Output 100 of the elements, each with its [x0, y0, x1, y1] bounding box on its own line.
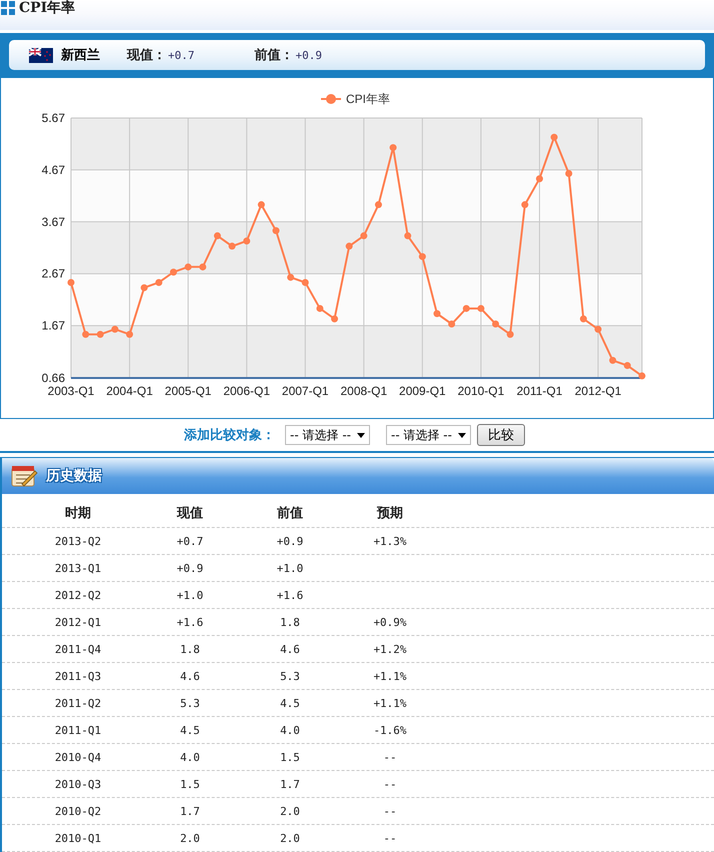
column-header: 现值: [176, 504, 204, 522]
x-tick-label: 2012-Q1: [574, 384, 622, 398]
data-point: [302, 279, 309, 286]
table-cell-text: 5.3: [179, 696, 201, 710]
table-cell-text: 2011-Q3: [54, 670, 102, 682]
table-cell-text: 2012-Q1: [54, 616, 102, 628]
data-point: [418, 253, 426, 260]
legend-label[interactable]: CPI年率: [346, 92, 390, 106]
table-cell-text: 2011-Q2: [54, 696, 102, 710]
table-cell-text: --: [382, 750, 398, 764]
table-cell-text: 2011-Q1: [54, 724, 102, 736]
data-point: [404, 232, 412, 240]
table-cell-text: 2010-Q1: [54, 832, 102, 844]
caret-icon: [357, 432, 365, 438]
data-point: [609, 356, 616, 364]
table-cell-text: 1.5: [279, 750, 301, 764]
x-tick-label: 2008-Q1: [340, 384, 388, 398]
data-point: [155, 279, 162, 286]
data-point: [594, 326, 602, 333]
table-cell-text: 4.0: [179, 750, 201, 764]
previous-label: 前值：: [254, 47, 294, 64]
table-cell-text: 4.6: [179, 670, 201, 682]
data-point: [550, 134, 558, 141]
x-tick-label: 2003-Q1: [48, 384, 94, 398]
compare-label: 添加比较对象：: [184, 427, 276, 444]
compare-button[interactable]: 比较: [476, 424, 525, 446]
table-cell-text: 1.8: [279, 616, 301, 628]
data-point: [316, 304, 324, 312]
data-point: [126, 330, 134, 338]
data-point: [258, 201, 265, 208]
page-title: CPI年率: [19, 0, 76, 17]
current-label: 现值：: [127, 47, 166, 64]
data-point: [360, 232, 368, 240]
data-point: [287, 274, 294, 281]
table-cell-text: --: [382, 804, 398, 818]
select-dropdown[interactable]: -- 请选择 --: [386, 425, 471, 445]
table-cell-text: 4.5: [279, 696, 301, 710]
data-point: [170, 268, 177, 276]
data-point: [140, 284, 148, 292]
table-cell-text: 1.5: [179, 778, 201, 790]
table-cell-text: 2013-Q1: [54, 562, 102, 574]
table-cell-text: 4.5: [179, 724, 201, 736]
data-point: [68, 279, 74, 286]
x-tick-label: 2006-Q1: [223, 384, 270, 398]
data-point: [462, 304, 470, 312]
table-cell-text: +1.0: [276, 562, 304, 574]
table-cell-text: +1.1%: [372, 670, 408, 682]
x-tick-label: 2011-Q1: [516, 384, 562, 398]
data-point: [638, 372, 646, 380]
table-cell-text: +1.6: [276, 588, 304, 602]
table-cell-text: 4.6: [279, 642, 301, 656]
table-cell-text: +1.6: [176, 616, 204, 628]
data-point: [492, 320, 500, 328]
caret-icon: [458, 432, 466, 438]
y-tick-label: 2.67: [42, 266, 65, 281]
table-cell-text: 1.7: [179, 804, 201, 818]
data-point: [214, 232, 221, 240]
table-cell-text: --: [382, 832, 398, 844]
data-point: [506, 330, 514, 338]
current-value: +0.7: [168, 48, 194, 62]
select-dropdown[interactable]: -- 请选择 --: [285, 425, 370, 445]
x-tick-label: 2009-Q1: [399, 384, 446, 398]
y-tick-label: 0.66: [42, 371, 65, 385]
grid-icon: [1, 1, 15, 15]
table-cell-text: 2.0: [179, 832, 201, 844]
y-tick-label: 1.67: [42, 318, 65, 333]
previous-value: +0.9: [296, 48, 322, 62]
table-cell-text: 2010-Q2: [54, 804, 102, 818]
table-cell-text: +0.9: [176, 562, 204, 574]
data-point: [434, 310, 441, 318]
column-header: 前值: [276, 504, 304, 522]
column-header: 时期: [64, 504, 92, 522]
data-point: [228, 242, 236, 250]
table-cell-text: +0.9%: [372, 616, 408, 628]
data-point: [272, 227, 280, 234]
table-cell-text: -1.6%: [372, 724, 408, 736]
data-point: [331, 315, 338, 322]
y-tick-label: 5.67: [42, 111, 65, 125]
table-cell-text: 2010-Q3: [54, 778, 102, 790]
data-point: [184, 263, 192, 270]
table-cell-text: 2011-Q4: [54, 642, 102, 656]
data-point: [536, 175, 544, 182]
x-tick-label: 2007-Q1: [282, 384, 329, 398]
data-point: [374, 201, 382, 208]
data-point: [624, 362, 631, 370]
section-title: 历史数据: [46, 467, 102, 485]
table-cell-text: +0.7: [176, 534, 204, 548]
table-cell-text: 2.0: [279, 832, 301, 844]
country-name: 新西兰: [61, 46, 101, 64]
x-tick-label: 2005-Q1: [164, 384, 212, 398]
data-point: [82, 330, 90, 338]
data-point: [199, 263, 206, 270]
data-point: [521, 201, 528, 208]
table-cell-text: 2010-Q4: [54, 750, 102, 764]
table-cell-text: 2013-Q2: [54, 534, 102, 548]
data-point: [96, 330, 104, 338]
data-point: [111, 326, 118, 333]
table-cell-text: 2012-Q2: [54, 588, 102, 602]
data-point: [448, 320, 456, 328]
data-point: [346, 242, 353, 250]
